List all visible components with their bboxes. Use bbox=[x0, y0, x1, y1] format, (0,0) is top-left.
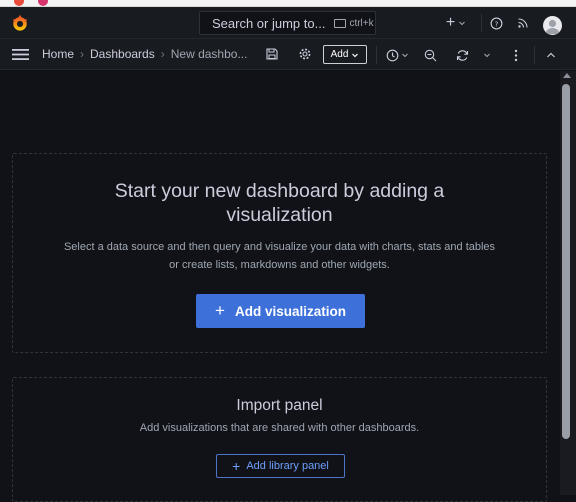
rss-icon bbox=[518, 18, 528, 28]
breadcrumb-dashboards[interactable]: Dashboards bbox=[90, 47, 155, 61]
breadcrumb-separator: › bbox=[80, 47, 85, 61]
chevron-down-icon bbox=[484, 53, 490, 58]
add-library-panel-button[interactable]: + Add library panel bbox=[216, 454, 345, 478]
plus-icon: + bbox=[215, 301, 225, 320]
navbar-divider bbox=[534, 46, 535, 64]
keyboard-icon bbox=[334, 18, 347, 28]
refresh-icon bbox=[456, 49, 468, 61]
chevron-down-icon bbox=[401, 53, 408, 58]
kebab-icon bbox=[514, 49, 518, 61]
more-options-button[interactable] bbox=[509, 47, 523, 63]
scroll-up-arrow-icon[interactable] bbox=[563, 73, 571, 78]
plus-icon: + bbox=[445, 14, 456, 31]
empty-state-title: Start your new dashboard by adding a vis… bbox=[114, 180, 445, 226]
browser-tab-strip bbox=[0, 0, 576, 7]
chevron-down-icon bbox=[352, 53, 359, 57]
time-picker-button[interactable] bbox=[385, 46, 409, 64]
help-button[interactable]: ? bbox=[488, 15, 504, 31]
add-visualization-label: Add visualization bbox=[234, 303, 346, 319]
breadcrumb-home[interactable]: Home bbox=[42, 47, 74, 61]
add-library-panel-label: Add library panel bbox=[246, 460, 329, 472]
plus-icon: + bbox=[232, 458, 241, 474]
dashboard-nav-bar: Home › Dashboards › New dashbo... Add bbox=[0, 39, 576, 70]
add-button[interactable]: Add bbox=[323, 45, 367, 64]
breadcrumb: Home › Dashboards › New dashbo... bbox=[42, 47, 247, 61]
search-shortcut: ctrl+k bbox=[334, 17, 374, 29]
empty-dashboard-panel: Start your new dashboard by adding a vis… bbox=[12, 153, 547, 353]
top-bar: Search or jump to... ctrl+k + ? bbox=[0, 7, 576, 39]
help-icon: ? bbox=[490, 17, 502, 29]
navbar-divider bbox=[376, 46, 377, 64]
collapse-button[interactable] bbox=[543, 47, 559, 63]
empty-state-description: Select a data source and then query and … bbox=[63, 241, 496, 271]
shortcut-text: ctrl+k bbox=[349, 17, 374, 29]
import-panel: Import panel Add visualizations that are… bbox=[12, 377, 547, 502]
browser-tab-icon bbox=[38, 0, 48, 6]
add-button-label: Add bbox=[330, 49, 349, 60]
zoom-out-button[interactable] bbox=[422, 47, 438, 63]
breadcrumb-current: New dashbo... bbox=[170, 47, 248, 61]
add-visualization-button[interactable]: + Add visualization bbox=[196, 294, 365, 328]
gear-icon[interactable] bbox=[298, 47, 312, 61]
import-panel-title: Import panel bbox=[236, 397, 323, 414]
svg-text:?: ? bbox=[494, 19, 498, 28]
zoom-out-icon bbox=[424, 49, 436, 61]
search-placeholder: Search or jump to... bbox=[212, 15, 326, 31]
scrollbar-thumb[interactable] bbox=[562, 84, 570, 439]
search-input[interactable]: Search or jump to... ctrl+k bbox=[199, 11, 376, 35]
refresh-interval-dropdown[interactable] bbox=[480, 47, 494, 63]
browser-tab-icon bbox=[14, 0, 24, 6]
breadcrumb-separator: › bbox=[160, 47, 165, 61]
topbar-divider bbox=[481, 14, 482, 32]
clock-icon bbox=[386, 49, 398, 61]
new-menu-button[interactable]: + bbox=[444, 14, 468, 32]
collapse-icon bbox=[547, 52, 555, 58]
grafana-logo-icon[interactable] bbox=[11, 14, 29, 32]
news-button[interactable] bbox=[515, 15, 531, 31]
import-panel-description: Add visualizations that are shared with … bbox=[139, 422, 420, 434]
user-avatar-icon[interactable] bbox=[543, 16, 562, 35]
chevron-down-icon bbox=[459, 21, 466, 26]
save-icon[interactable] bbox=[266, 48, 278, 60]
menu-icon[interactable] bbox=[12, 48, 29, 61]
refresh-button[interactable] bbox=[454, 47, 470, 63]
